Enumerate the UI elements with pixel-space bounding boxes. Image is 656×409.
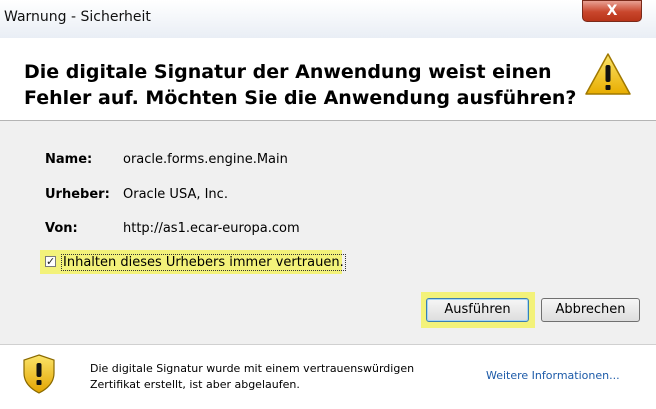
headline-line-2: Fehler auf. Möchten Sie die Anwendung au… [24, 87, 577, 109]
name-label: Name: [45, 152, 93, 167]
trust-checkbox-label[interactable]: Inhalten dieses Urhebers immer vertrauen… [61, 254, 346, 271]
footer-message: Die digitale Signatur wurde mit einem ve… [90, 361, 450, 393]
footer-message-line-2: Zertifikat erstellt, ist aber abgelaufen… [90, 378, 300, 391]
trust-checkbox[interactable]: ✓ [45, 256, 56, 267]
from-value: http://as1.ecar-europa.com [123, 221, 300, 236]
more-info-link[interactable]: Weitere Informationen... [486, 369, 620, 382]
close-button[interactable]: X [582, 0, 642, 22]
title-bar: Warnung - Sicherheit X [0, 0, 656, 38]
run-button[interactable]: Ausführen [426, 298, 529, 322]
cancel-button[interactable]: Abbrechen [541, 298, 640, 322]
headline-line-1: Die digitale Signatur der Anwendung weis… [24, 61, 552, 83]
footer-message-line-1: Die digitale Signatur wurde mit einem ve… [90, 362, 415, 375]
name-value: oracle.forms.engine.Main [123, 152, 288, 167]
publisher-value: Oracle USA, Inc. [123, 187, 228, 202]
shield-warning-icon [23, 354, 55, 394]
headline: Die digitale Signatur der Anwendung weis… [24, 59, 584, 111]
from-label: Von: [45, 221, 78, 236]
dialog-header: Die digitale Signatur der Anwendung weis… [0, 38, 656, 120]
window-title: Warnung - Sicherheit [4, 9, 151, 25]
warning-icon [585, 53, 631, 95]
publisher-label: Urheber: [45, 187, 110, 202]
